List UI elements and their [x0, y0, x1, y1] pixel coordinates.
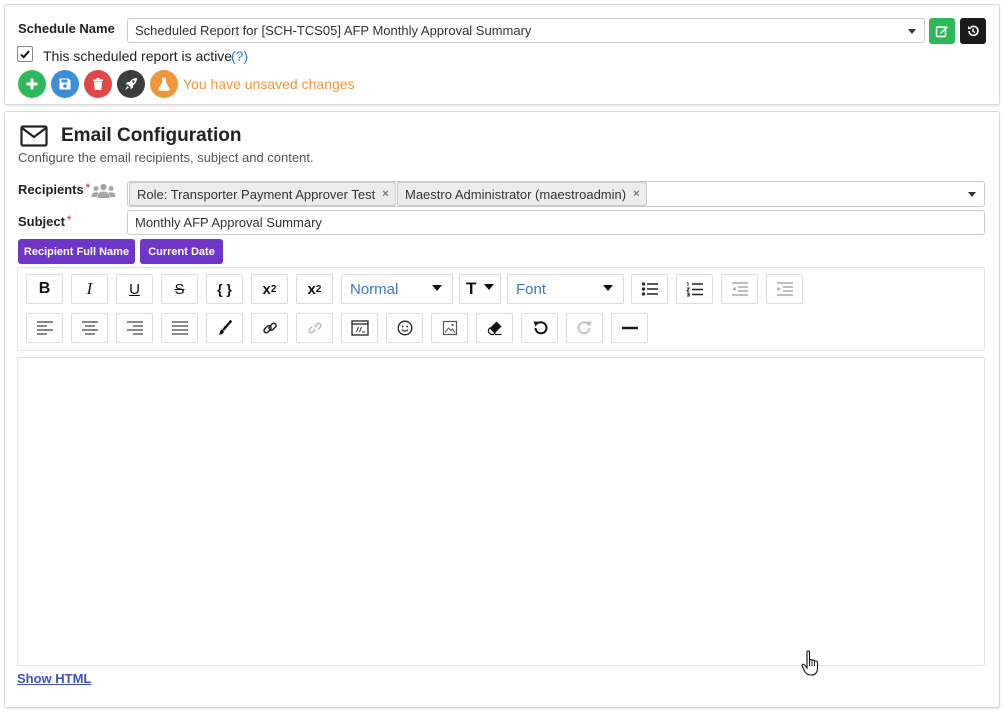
envelope-icon [20, 125, 48, 147]
history-icon [966, 24, 980, 38]
insert-link-button[interactable] [251, 313, 288, 343]
bullet-list-button[interactable] [631, 274, 668, 304]
undo-button[interactable] [521, 313, 558, 343]
align-justify-button[interactable] [161, 313, 198, 343]
align-left-button[interactable] [26, 313, 63, 343]
subject-label: Subject * [18, 214, 72, 229]
align-right-button[interactable] [116, 313, 153, 343]
paragraph-format-select[interactable]: Normal [341, 274, 453, 304]
code-block-icon [350, 320, 369, 336]
align-center-icon [81, 321, 99, 335]
active-label: This scheduled report is active [43, 48, 233, 64]
insert-emoji-button[interactable] [386, 313, 423, 343]
font-size-select[interactable]: T [459, 274, 501, 304]
image-icon [442, 320, 458, 336]
chevron-down-icon [432, 285, 442, 291]
launch-button[interactable] [117, 70, 145, 98]
horizontal-rule-button[interactable] [611, 313, 648, 343]
save-button[interactable] [51, 70, 79, 98]
smiley-icon [397, 320, 413, 336]
italic-button[interactable]: I [71, 274, 108, 304]
insert-image-button[interactable] [431, 313, 468, 343]
remove-tag-icon[interactable]: × [633, 188, 639, 200]
strikethrough-button[interactable]: S [161, 274, 198, 304]
link-icon [262, 320, 278, 336]
chevron-down-icon [603, 285, 613, 291]
show-html-link[interactable]: Show HTML [17, 671, 91, 686]
font-family-select[interactable]: Font [507, 274, 624, 304]
eraser-icon [487, 320, 503, 336]
unsaved-changes-message: You have unsaved changes [183, 76, 355, 92]
numbered-list-button[interactable] [676, 274, 713, 304]
email-body-editor[interactable] [17, 357, 985, 666]
subject-value: Monthly AFP Approval Summary [135, 215, 322, 230]
flask-icon [157, 77, 171, 91]
insert-code-block-button[interactable] [341, 313, 378, 343]
hand-cursor-icon [801, 650, 821, 677]
unlink-icon [307, 320, 323, 336]
horizontal-line-icon [621, 325, 639, 331]
current-date-button[interactable]: Current Date [140, 239, 223, 264]
code-button[interactable]: { } [206, 274, 243, 304]
bold-button[interactable]: B [26, 274, 63, 304]
unlink-button[interactable] [296, 313, 333, 343]
chevron-down-icon[interactable] [908, 28, 916, 34]
bullet-list-icon [641, 281, 659, 297]
clear-formatting-button[interactable] [476, 313, 513, 343]
brush-icon [217, 320, 233, 336]
schedule-name-select[interactable]: Scheduled Report for [SCH-TCS05] AFP Mon… [127, 18, 925, 43]
schedule-name-value: Scheduled Report for [SCH-TCS05] AFP Mon… [135, 23, 532, 38]
redo-icon [577, 320, 593, 336]
email-config-description: Configure the email recipients, subject … [18, 150, 314, 165]
outdent-icon [731, 281, 749, 297]
schedule-name-label: Schedule Name [18, 21, 115, 36]
outdent-button[interactable] [721, 274, 758, 304]
recipient-tag: Maestro Administrator (maestroadmin) × [397, 182, 647, 206]
trash-icon [91, 77, 105, 91]
undo-icon [532, 320, 548, 336]
history-button[interactable] [960, 18, 986, 44]
indent-icon [776, 281, 794, 297]
rocket-icon [124, 77, 138, 91]
active-checkbox[interactable] [17, 46, 33, 62]
email-config-title: Email Configuration [61, 125, 242, 146]
font-size-icon: T [466, 279, 477, 298]
save-icon [58, 77, 72, 91]
superscript-button[interactable]: x2 [251, 274, 288, 304]
users-icon [91, 183, 116, 199]
subscript-button[interactable]: x2 [296, 274, 333, 304]
redo-button[interactable] [566, 313, 603, 343]
recipient-tag: Role: Transporter Payment Approver Test … [129, 182, 396, 206]
chevron-down-icon[interactable] [968, 192, 976, 197]
delete-button[interactable] [84, 70, 112, 98]
text-color-button[interactable] [206, 313, 243, 343]
checkmark-icon [19, 48, 31, 60]
test-button[interactable] [150, 70, 178, 98]
align-left-icon [36, 321, 54, 335]
add-button[interactable] [18, 70, 46, 98]
numbered-list-icon [685, 281, 704, 297]
align-right-icon [126, 321, 144, 335]
edit-name-button[interactable] [929, 18, 955, 44]
active-help-link[interactable]: (?) [231, 48, 248, 64]
align-justify-icon [171, 321, 189, 335]
plus-icon [25, 77, 39, 91]
subject-input[interactable]: Monthly AFP Approval Summary [127, 210, 985, 235]
edit-icon [935, 24, 949, 38]
underline-button[interactable]: U [116, 274, 153, 304]
recipients-label: Recipients * [18, 182, 91, 197]
remove-tag-icon[interactable]: × [382, 188, 388, 200]
align-center-button[interactable] [71, 313, 108, 343]
indent-button[interactable] [766, 274, 803, 304]
chevron-down-icon [484, 284, 494, 290]
recipient-full-name-button[interactable]: Recipient Full Name [18, 239, 135, 264]
